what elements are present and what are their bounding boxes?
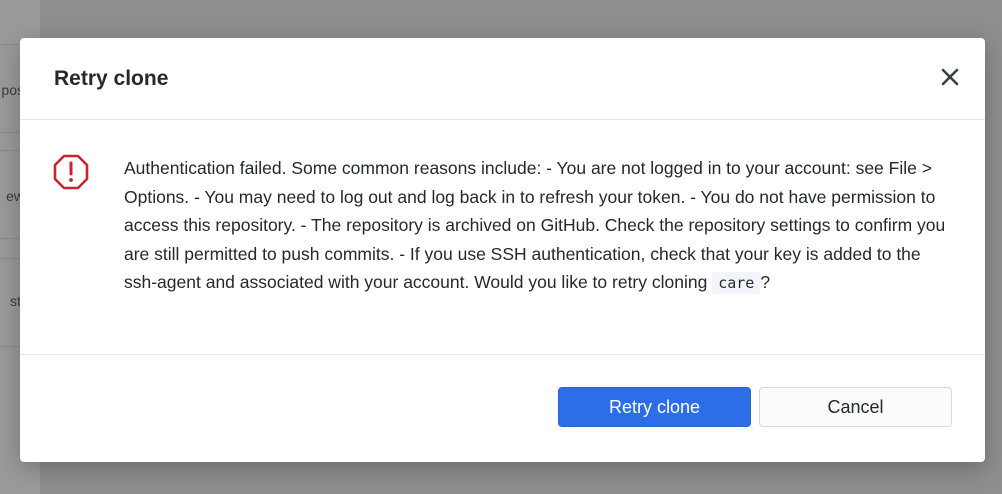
error-message: Authentication failed. Some common reaso… — [124, 154, 954, 298]
close-icon — [941, 68, 959, 86]
dialog-header: Retry clone — [20, 38, 985, 120]
close-button[interactable] — [939, 66, 961, 88]
dialog-footer: Retry clone Cancel — [20, 356, 985, 462]
dialog-title: Retry clone — [54, 67, 169, 90]
retry-clone-dialog: Retry clone Authentication failed. Some … — [20, 38, 985, 462]
dialog-body: Authentication failed. Some common reaso… — [20, 121, 985, 355]
retry-clone-button[interactable]: Retry clone — [558, 387, 751, 427]
error-message-suffix: ? — [760, 272, 771, 292]
alert-octagon-icon — [53, 154, 89, 190]
cancel-button[interactable]: Cancel — [759, 387, 952, 427]
error-message-text: Authentication failed. Some common reaso… — [124, 158, 946, 292]
repository-name: care — [712, 272, 761, 294]
